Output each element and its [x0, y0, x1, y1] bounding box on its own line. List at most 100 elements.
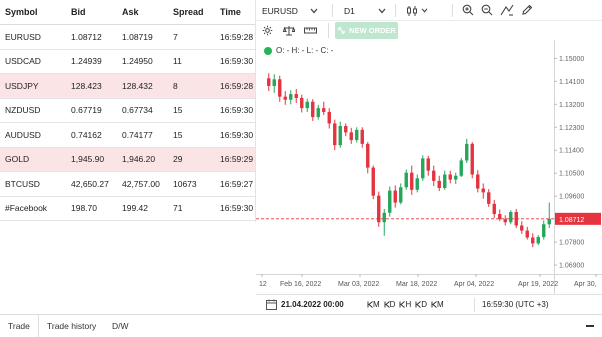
quote-symbol: BTCUSD — [5, 178, 40, 189]
quote-spread: 71 — [173, 203, 183, 214]
quote-bid: 0.67719 — [71, 105, 102, 116]
quote-row[interactable]: USDJPY 128.423 128.432 8 16:59:28 — [0, 74, 255, 99]
candle-body — [355, 129, 359, 141]
quote-time: 16:59:29 — [220, 154, 254, 165]
buy-sell-icon — [338, 27, 345, 34]
quote-bid: 1.24939 — [71, 56, 102, 67]
period-button[interactable]: M — [431, 300, 444, 309]
candle-body — [338, 126, 342, 146]
chart-date: 21.04.2022 00:00 — [281, 300, 344, 309]
quote-row[interactable]: #Facebook 198.70 199.42 71 16:59:30 — [0, 197, 255, 221]
quote-symbol: NZDUSD — [5, 105, 41, 116]
candle-body — [536, 237, 540, 244]
candle-body — [470, 143, 474, 175]
new-order-button[interactable]: NEW ORDER — [335, 22, 398, 39]
candlestick-chart[interactable]: 1.15000 1.14100 1.13200 1.12300 1.11400 1.105… — [256, 40, 602, 294]
quote-bid: 1,945.90 — [71, 154, 105, 165]
minimize-icon[interactable] — [586, 325, 594, 327]
quote-row[interactable]: USDCAD 1.24939 1.24950 11 16:59:30 — [0, 50, 255, 74]
settings-button[interactable] — [261, 24, 274, 37]
candle-body — [498, 214, 502, 220]
price-tick-label: 1.15000 — [559, 56, 584, 63]
quote-spread: 15 — [173, 105, 183, 116]
toolbar-divider — [395, 4, 396, 17]
timeframe-selector[interactable]: D1 — [344, 3, 386, 18]
candle-body — [360, 129, 364, 144]
header-symbol[interactable]: Symbol — [5, 0, 38, 24]
zoom-out-button[interactable] — [480, 3, 494, 17]
period-button[interactable]: D — [384, 300, 395, 309]
symbol-label: EURUSD — [262, 5, 298, 16]
period-button[interactable]: D — [415, 300, 427, 309]
tab-dw[interactable]: D/W — [104, 315, 137, 337]
candle-body — [476, 174, 480, 189]
quote-spread: 7 — [173, 31, 178, 42]
toolbar-divider — [332, 4, 333, 17]
market-status-icon — [264, 46, 272, 55]
current-price-label: 1.08712 — [559, 217, 584, 224]
draw-tools-icon — [500, 4, 514, 16]
ruler-icon — [304, 27, 317, 34]
timeframe-label: D1 — [344, 5, 355, 16]
time-tick-label: Apr 19, 2022 — [518, 281, 558, 288]
time-tick-label: Mar 18, 2022 — [396, 281, 437, 288]
candle-body — [432, 170, 436, 181]
quotes-body: EURUSD 1.08712 1.08719 7 16:59:28 USDCAD 1.249… — [0, 25, 255, 221]
candle-body — [388, 190, 392, 213]
time-tick-label: Apr 30, — [574, 281, 597, 288]
quote-row[interactable]: AUDUSD 0.74162 0.74177 15 16:59:30 — [0, 123, 255, 148]
calendar-button[interactable] — [266, 299, 277, 310]
candle-body — [300, 97, 304, 109]
candle-body — [278, 79, 282, 97]
symbol-selector[interactable]: EURUSD — [262, 3, 318, 18]
period-label: H — [405, 300, 412, 309]
candle-body — [371, 167, 375, 196]
scales-button[interactable] — [282, 24, 296, 37]
draw-tools-button[interactable] — [499, 3, 515, 17]
quote-symbol: USDCAD — [5, 56, 41, 67]
price-tick-label: 1.11400 — [559, 148, 584, 155]
quote-time: 16:59:28 — [220, 31, 254, 42]
quote-spread: 15 — [173, 129, 183, 140]
candle-body — [283, 96, 287, 100]
header-ask[interactable]: Ask — [122, 0, 139, 24]
candle-body — [487, 192, 491, 204]
period-button[interactable]: M — [367, 300, 380, 309]
candle-body — [465, 143, 469, 161]
quote-row[interactable]: BTCUSD 42,650.27 42,757.00 10673 16:59:27 — [0, 172, 255, 197]
candle-body — [311, 101, 315, 118]
settings-icon — [262, 25, 273, 36]
toolbar-divider — [452, 4, 453, 17]
candle-body — [377, 195, 381, 223]
candle-body — [366, 143, 370, 168]
quote-row[interactable]: GOLD 1,945.90 1,946.20 29 16:59:29 — [0, 147, 255, 172]
quote-symbol: #Facebook — [5, 203, 48, 214]
quote-row[interactable]: NZDUSD 0.67719 0.67734 15 16:59:30 — [0, 99, 255, 123]
pencil-icon — [522, 4, 533, 15]
period-label: M — [437, 300, 444, 309]
quote-ask: 1.08719 — [122, 31, 153, 42]
period-buttons: MDHDM — [367, 300, 444, 309]
zoom-in-icon — [462, 4, 474, 16]
quote-time: 16:59:27 — [220, 178, 254, 189]
candle-body — [443, 174, 447, 189]
candle-body — [492, 203, 496, 215]
new-order-label: NEW ORDER — [349, 26, 396, 35]
header-time[interactable]: Time — [220, 0, 241, 24]
ruler-button[interactable] — [303, 24, 318, 37]
tab-trade-history[interactable]: Trade history — [39, 315, 104, 337]
pencil-button[interactable] — [520, 3, 534, 17]
tab-trade[interactable]: Trade — [0, 315, 39, 337]
candle-body — [481, 188, 485, 193]
zoom-in-button[interactable] — [461, 3, 475, 17]
period-button[interactable]: H — [399, 300, 411, 309]
time-tick-label: 12 — [259, 281, 267, 288]
chevron-down-icon — [378, 8, 386, 13]
header-spread[interactable]: Spread — [173, 0, 204, 24]
header-bid[interactable]: Bid — [71, 0, 86, 24]
chart-type-button[interactable] — [406, 4, 428, 17]
quote-row[interactable]: EURUSD 1.08712 1.08719 7 16:59:28 — [0, 25, 255, 50]
quote-spread: 11 — [173, 56, 182, 67]
quote-ask: 0.74177 — [122, 129, 153, 140]
bottom-tabs: Trade Trade history D/W — [0, 314, 602, 337]
